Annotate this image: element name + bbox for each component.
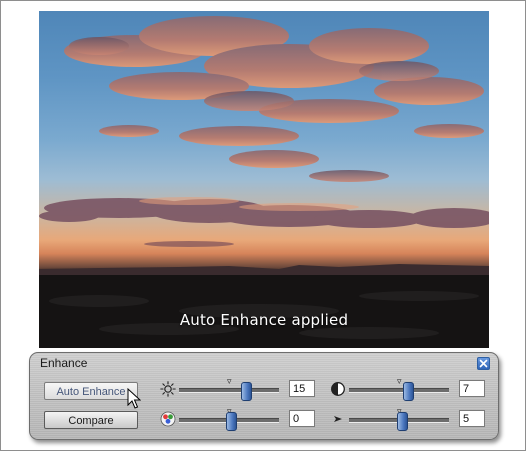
status-caption: Auto Enhance applied [179,311,349,329]
contrast-icon [331,382,345,396]
contrast-value-field[interactable]: 7 [459,380,485,397]
enhance-panel: Enhance Auto Enhance Compare ▿ 15 ▿ 7 ▿ … [29,352,499,440]
sunset-landscape-image [39,16,489,348]
default-marker: ▿ [397,376,402,386]
window-frame: Auto Enhance applied Enhance Auto Enhanc… [0,0,526,451]
sun-icon [160,381,176,397]
photo-preview: Auto Enhance applied [39,11,489,348]
contrast-slider-thumb[interactable] [403,382,414,401]
color-slider-thumb[interactable] [226,412,237,431]
sharpness-arrow-icon [334,416,342,422]
compare-button[interactable]: Compare [44,411,138,429]
brightness-value-field[interactable]: 15 [289,380,315,397]
auto-enhance-button[interactable]: Auto Enhance [44,382,138,400]
sharpness-value-field[interactable]: 5 [459,410,485,427]
mouse-pointer-icon [127,388,141,409]
brightness-slider-track[interactable] [179,388,279,393]
contrast-slider-track[interactable] [349,388,449,393]
color-dots-icon [160,411,176,427]
color-value-field[interactable]: 0 [289,410,315,427]
close-icon[interactable] [477,357,490,370]
default-marker: ▿ [227,376,232,386]
panel-title: Enhance [40,356,88,370]
brightness-slider-thumb[interactable] [241,382,252,401]
sharpness-slider-thumb[interactable] [397,412,408,431]
